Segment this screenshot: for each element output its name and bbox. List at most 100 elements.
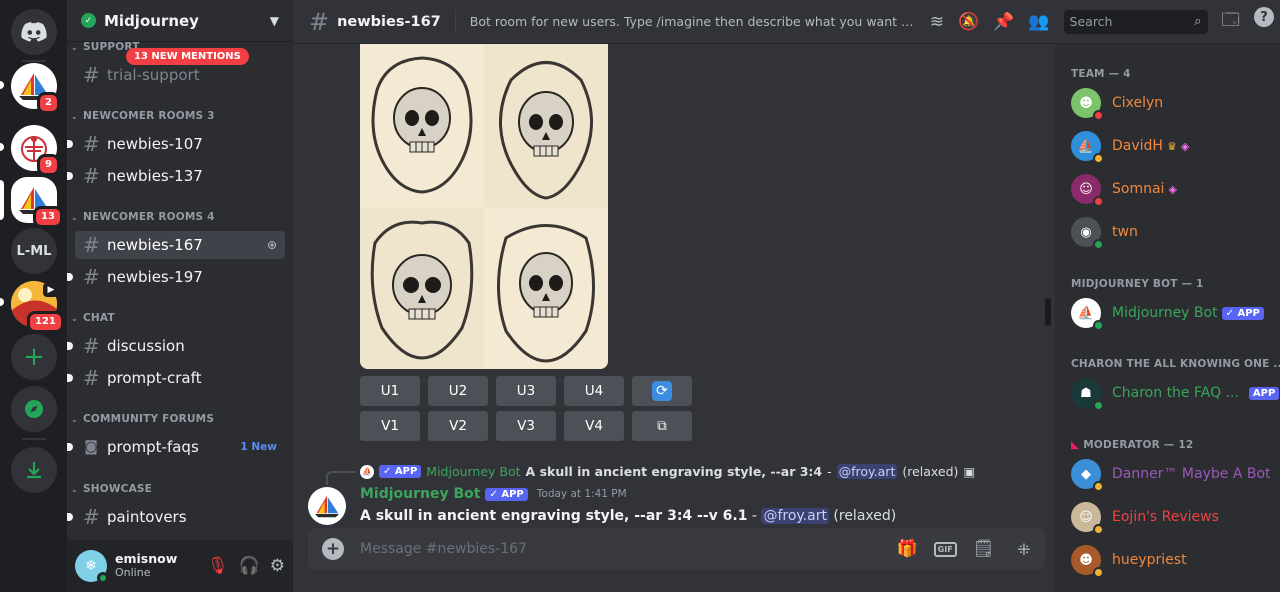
idle-status-icon [1093,153,1104,164]
server-lml-label: L-ML [16,243,52,259]
notifications-muted-icon[interactable]: 🔕 [958,12,979,32]
external-link-icon: ⧉ [657,418,667,434]
upscale-3-button[interactable]: U3 [496,376,556,406]
skull-engraving-icon [371,56,473,194]
channel-header: # newbies-167 Bot room for new users. Ty… [293,0,1280,44]
download-apps-button[interactable] [11,447,57,493]
headphones-icon[interactable]: 🎧 [239,556,260,576]
variation-2-button[interactable]: V2 [428,411,488,441]
threads-icon[interactable]: ≋ [930,12,944,32]
rail-divider [22,60,46,62]
inbox-icon[interactable]: 🗔 [1222,7,1240,36]
category-chat[interactable]: ⌄ CHAT [71,312,115,324]
user-panel: ❄ emisnow Online 🎙 🎧 ⚙ [67,540,293,592]
search-input[interactable]: Search ⌕ [1063,9,1208,34]
member-cixelyn[interactable]: ☻ Cixelyn [1071,86,1163,121]
reply-preview[interactable]: ⛵ ✓ APP Midjourney Bot A skull in ancien… [360,464,975,479]
member-midjourney-bot[interactable]: ⛵ Midjourney Bot ✓ APP [1071,296,1264,331]
category-newcomer-rooms-3[interactable]: ⌄ NEWCOMER ROOMS 3 [71,110,215,122]
member-danner[interactable]: ◆ Danner™ Maybe A Bot [1071,457,1271,492]
app-badge: ✓ APP [379,465,422,478]
channel-paintovers[interactable]: # paintovers [67,503,285,531]
variation-4-button[interactable]: V4 [564,411,624,441]
member-list-icon[interactable]: 👥 [1028,12,1049,32]
message-composer[interactable]: + Message #newbies-167 🎁 GIF 🗒 ☺ [308,528,1042,570]
explore-servers-button[interactable] [11,386,57,432]
channel-prompt-faqs[interactable]: ◙ prompt-faqs 1 New [67,433,285,461]
unread-pill [0,298,4,306]
caret-icon: ⌄ [71,313,78,323]
skull-image-4[interactable] [484,206,608,369]
server-badge: 13 [33,206,63,228]
guild-header[interactable]: ✓ Midjourney ▼ [67,0,293,42]
channel-newbies-197[interactable]: # newbies-197 [67,263,285,291]
apps-button[interactable]: ⁜ [1003,528,1045,570]
member-davidh[interactable]: ⛵ DavidH ♛ ◈ [1071,129,1189,164]
gif-icon[interactable]: GIF [933,541,957,557]
skull-image-2[interactable] [484,44,608,207]
channel-topic[interactable]: Bot room for new users. Type /imagine th… [470,14,918,29]
channel-prompt-craft[interactable]: # prompt-craft [67,364,285,392]
add-member-icon[interactable]: ⊕ [267,238,277,252]
member-twn[interactable]: ◉ twn [1071,215,1138,250]
reroll-button[interactable]: ⟳ [632,376,692,406]
category-newcomer-rooms-4[interactable]: ⌄ NEWCOMER ROOMS 4 [71,211,215,223]
upscale-2-button[interactable]: U2 [428,376,488,406]
app-badge: ✓ APP [1221,306,1264,320]
selected-pill [0,180,4,220]
skull-image-3[interactable] [360,206,484,369]
channel-newbies-167[interactable]: # newbies-167 ⊕ [75,231,285,259]
avatar: ◉ [1071,217,1104,250]
help-icon[interactable]: ? [1253,7,1274,27]
hash-icon: # [83,233,100,257]
microphone-muted-icon[interactable]: 🎙 [207,556,229,576]
unread-indicator [67,443,73,451]
member-group-charon: CHARON THE ALL KNOWING ONE ... [1071,358,1280,370]
member-somnai[interactable]: ☺ Somnai ◈ [1071,172,1177,207]
gear-icon[interactable]: ⚙ [270,556,285,576]
category-label: COMMUNITY FORUMS [83,413,215,425]
channel-trial-support[interactable]: # trial-support [75,61,285,89]
avatar: ☺ [1071,502,1104,535]
caret-icon: ⌄ [71,484,78,494]
hash-icon: # [83,334,100,358]
message-mention[interactable]: @froy.art [761,508,829,524]
upscale-4-button[interactable]: U4 [564,376,624,406]
pin-icon[interactable]: 📌 [993,12,1014,32]
bot-avatar[interactable] [308,487,346,525]
message-author[interactable]: Midjourney Bot [360,486,480,502]
avatar[interactable]: ❄ [75,550,109,584]
reply-avatar: ⛵ [360,464,374,479]
user-info[interactable]: emisnow Online [115,552,177,580]
category-showcase[interactable]: ⌄ SHOWCASE [71,483,152,495]
member-charon[interactable]: ☗ Charon the FAQ ... APP [1071,376,1280,411]
reply-mention[interactable]: @froy.art [836,464,898,479]
compass-icon [25,400,43,418]
channel-discussion[interactable]: # discussion [67,332,285,360]
server-rail: 2 9 13 L-ML 121 ▶ + [0,0,67,592]
category-community-forums[interactable]: ⌄ COMMUNITY FORUMS [71,413,214,425]
channel-newbies-107[interactable]: # newbies-107 [67,130,285,158]
variation-3-button[interactable]: V3 [496,411,556,441]
sticker-icon[interactable]: 🗒 [973,539,995,559]
scrollbar-thumb[interactable] [1045,298,1051,326]
header-divider [454,9,456,34]
app-badge: APP [1248,386,1280,400]
member-eojin[interactable]: ☺ Eojin's Reviews [1071,500,1219,535]
direct-messages-button[interactable] [11,9,57,55]
message-header: Midjourney Bot ✓ APP Today at 1:41 PM [360,486,627,502]
image-grid[interactable] [360,44,608,369]
gift-icon[interactable]: 🎁 [896,539,917,559]
new-mentions-pill[interactable]: 13 NEW MENTIONS [126,48,249,65]
variation-1-button[interactable]: V1 [360,411,420,441]
member-hueypriest[interactable]: ☻ hueypriest [1071,543,1187,578]
upscale-1-button[interactable]: U1 [360,376,420,406]
channel-newbies-137[interactable]: # newbies-137 [67,162,285,190]
add-server-button[interactable]: + [11,334,57,380]
open-link-button[interactable]: ⧉ [632,411,692,441]
skull-image-1[interactable] [360,44,484,207]
server-lml[interactable]: L-ML [11,228,57,274]
member-name: DavidH [1112,138,1163,154]
upload-plus-icon[interactable]: + [322,538,344,560]
online-status-icon [97,572,109,584]
